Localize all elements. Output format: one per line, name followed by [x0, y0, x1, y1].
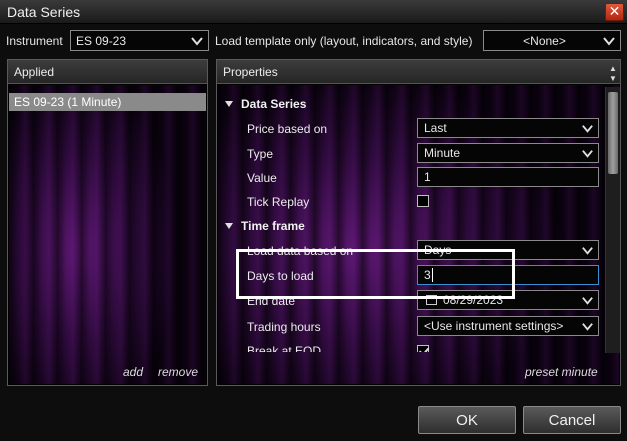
- highlight-box: [236, 249, 515, 299]
- chevron-down-icon: [582, 125, 593, 133]
- preset-minute-link[interactable]: preset minute: [525, 365, 598, 379]
- chevron-down-icon: [603, 37, 615, 46]
- category-data-series[interactable]: Data Series: [225, 97, 306, 111]
- type-select[interactable]: Minute: [417, 143, 599, 163]
- properties-grid-viewport: Data Series Price based on Last Type Min…: [217, 88, 605, 352]
- chevron-down-icon: [582, 247, 593, 255]
- category-time-frame[interactable]: Time frame: [225, 219, 305, 233]
- chevron-down-icon: [191, 37, 203, 46]
- collapse-triangle-icon: [225, 223, 233, 229]
- price-based-on-label: Price based on: [247, 122, 328, 136]
- scrollbar-thumb[interactable]: [608, 92, 618, 174]
- chevron-down-icon: [582, 297, 593, 305]
- template-label: Load template only (layout, indicators, …: [215, 34, 473, 48]
- add-link[interactable]: add: [123, 365, 143, 379]
- applied-header: Applied: [8, 60, 207, 84]
- collapse-triangle-icon: [225, 101, 233, 107]
- tick-replay-checkbox[interactable]: [417, 195, 429, 207]
- trading-hours-label: Trading hours: [247, 320, 321, 334]
- chevron-down-icon: [582, 150, 593, 158]
- template-select[interactable]: <None>: [483, 30, 621, 51]
- template-value: <None>: [523, 34, 566, 48]
- price-based-on-select[interactable]: Last: [417, 118, 599, 138]
- cancel-button[interactable]: Cancel: [523, 406, 621, 434]
- instrument-select[interactable]: ES 09-23: [70, 30, 209, 51]
- break-at-eod-checkbox[interactable]: [417, 345, 429, 352]
- chevron-down-icon: [582, 323, 593, 331]
- applied-item[interactable]: ES 09-23 (1 Minute): [9, 93, 206, 111]
- break-at-eod-label: Break at EOD: [247, 344, 322, 352]
- instrument-value: ES 09-23: [76, 34, 127, 48]
- tick-replay-label: Tick Replay: [247, 195, 310, 209]
- panel-scroll-arrows[interactable]: ▲ ▼: [606, 64, 620, 86]
- value-input[interactable]: 1: [417, 167, 599, 187]
- close-button[interactable]: ✕: [605, 3, 624, 21]
- window-title: Data Series: [7, 4, 81, 20]
- close-icon: ✕: [608, 3, 621, 19]
- title-bar: Data Series ✕: [0, 0, 627, 24]
- trading-hours-select[interactable]: <Use instrument settings>: [417, 316, 599, 336]
- applied-background: [9, 85, 206, 384]
- properties-header: Properties: [217, 60, 620, 84]
- remove-link[interactable]: remove: [158, 365, 198, 379]
- ok-button[interactable]: OK: [418, 406, 516, 434]
- value-label: Value: [247, 171, 277, 185]
- type-label: Type: [247, 147, 274, 161]
- instrument-label: Instrument: [6, 34, 63, 48]
